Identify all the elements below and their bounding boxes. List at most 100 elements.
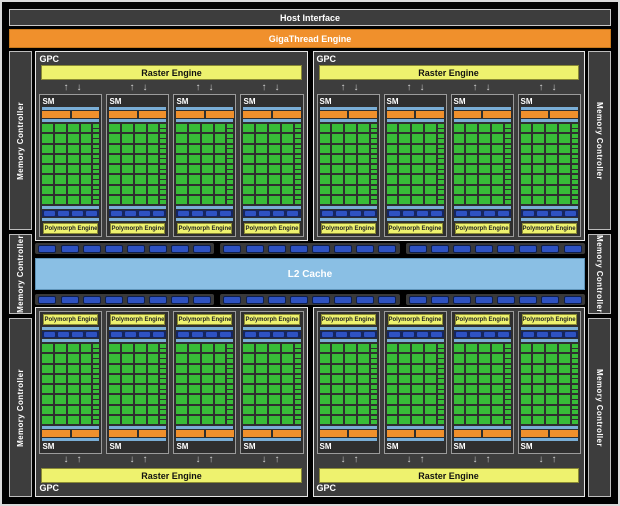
- sm-block: SMPolymorph Engine: [384, 311, 447, 454]
- mini-core-cell: [227, 385, 233, 389]
- core-cell: [215, 406, 226, 414]
- core-cell: [492, 406, 503, 414]
- mini-core-cell: [572, 410, 578, 414]
- core-cell: [202, 406, 213, 414]
- core-cell: [109, 124, 120, 132]
- mini-core-cell: [438, 379, 444, 383]
- sm-orange-segments: [109, 111, 166, 118]
- arrow-up-icon: ↑: [261, 83, 266, 93]
- core-cell: [399, 416, 410, 424]
- core-cell: [425, 134, 436, 142]
- sm-blue-bar: [320, 119, 377, 122]
- core-cell: [533, 344, 544, 352]
- core-cell: [387, 175, 398, 183]
- core-cell: [358, 175, 369, 183]
- core-cell: [358, 186, 369, 194]
- core-cell: [358, 385, 369, 393]
- sm-core-grid: [521, 344, 578, 424]
- core-cell: [42, 406, 53, 414]
- sm-label: SM: [387, 442, 444, 451]
- core-cell: [81, 385, 92, 393]
- mini-core-cell: [227, 165, 233, 169]
- arrow-up-icon: ↑: [486, 455, 491, 465]
- core-cell: [466, 186, 477, 194]
- navy-segment: [139, 332, 150, 337]
- mini-core-cell: [227, 400, 233, 404]
- core-cell: [559, 186, 570, 194]
- mini-core-column: [160, 375, 166, 383]
- mini-core-cell: [438, 134, 444, 138]
- core-cell: [202, 145, 213, 153]
- core-cell: [546, 196, 557, 204]
- core-cell: [176, 145, 187, 153]
- mini-core-column: [505, 395, 511, 403]
- mini-core-cell: [505, 145, 511, 149]
- navy-segment: [139, 211, 150, 216]
- core-cell: [320, 406, 331, 414]
- mini-core-column: [295, 406, 301, 414]
- mini-core-cell: [371, 416, 377, 420]
- mini-core-cell: [505, 349, 511, 353]
- mini-core-cell: [572, 200, 578, 204]
- navy-segment: [153, 211, 164, 216]
- mini-core-cell: [505, 190, 511, 194]
- core-cell: [533, 416, 544, 424]
- core-cell: [148, 196, 159, 204]
- memory-interface-strip: [220, 294, 399, 305]
- mini-core-cell: [438, 344, 444, 348]
- core-cell: [256, 165, 267, 173]
- core-cell: [466, 375, 477, 383]
- sm-block: SMPolymorph Engine: [106, 311, 169, 454]
- memory-controller-label: Memory Controller: [595, 369, 604, 447]
- mini-core-cell: [505, 359, 511, 363]
- core-cell: [479, 155, 490, 163]
- mini-core-cell: [160, 349, 166, 353]
- mini-core-column: [295, 385, 301, 393]
- gpc-label: GPC: [39, 483, 303, 494]
- core-cell: [189, 145, 200, 153]
- core-cell: [466, 145, 477, 153]
- navy-segment: [58, 211, 69, 216]
- core-cell: [332, 196, 343, 204]
- core-cell: [189, 354, 200, 362]
- core-cell: [122, 416, 133, 424]
- mini-core-cell: [505, 134, 511, 138]
- sm-blue-bar: [521, 426, 578, 429]
- core-cell: [454, 406, 465, 414]
- navy-segment: [245, 332, 256, 337]
- mini-core-column: [438, 365, 444, 373]
- core-cell: [55, 365, 66, 373]
- arrow-up-icon: ↑: [129, 83, 134, 93]
- mini-core-column: [438, 375, 444, 383]
- memory-controller-label: Memory Controller: [16, 235, 25, 313]
- core-cell: [320, 175, 331, 183]
- core-cell: [454, 375, 465, 383]
- sm-core-grid: [243, 344, 300, 424]
- sm-block: SMPolymorph Engine: [317, 94, 380, 237]
- mini-core-cell: [160, 165, 166, 169]
- memory-controller-left-3: Memory Controller: [9, 318, 32, 497]
- mini-core-cell: [295, 155, 301, 159]
- core-cell: [466, 165, 477, 173]
- arrow-down-icon: ↓: [142, 83, 147, 93]
- core-cell: [282, 186, 293, 194]
- mini-core-column: [93, 344, 99, 352]
- core-cell: [320, 354, 331, 362]
- mini-core-cell: [572, 186, 578, 190]
- orange-segment: [387, 111, 415, 118]
- core-cell: [176, 134, 187, 142]
- memory-interface-block: [541, 245, 559, 253]
- core-cell: [215, 196, 226, 204]
- core-cell: [521, 175, 532, 183]
- core-cell: [521, 186, 532, 194]
- core-cell: [282, 375, 293, 383]
- polymorph-engine-label: Polymorph Engine: [178, 317, 231, 323]
- sm-blue-bar: [109, 206, 166, 209]
- core-cell: [243, 395, 254, 403]
- core-cell: [81, 186, 92, 194]
- mini-core-column: [295, 375, 301, 383]
- memory-interface-block: [61, 245, 79, 253]
- mini-core-cell: [371, 124, 377, 128]
- memory-interface-block: [519, 245, 537, 253]
- core-cell: [202, 395, 213, 403]
